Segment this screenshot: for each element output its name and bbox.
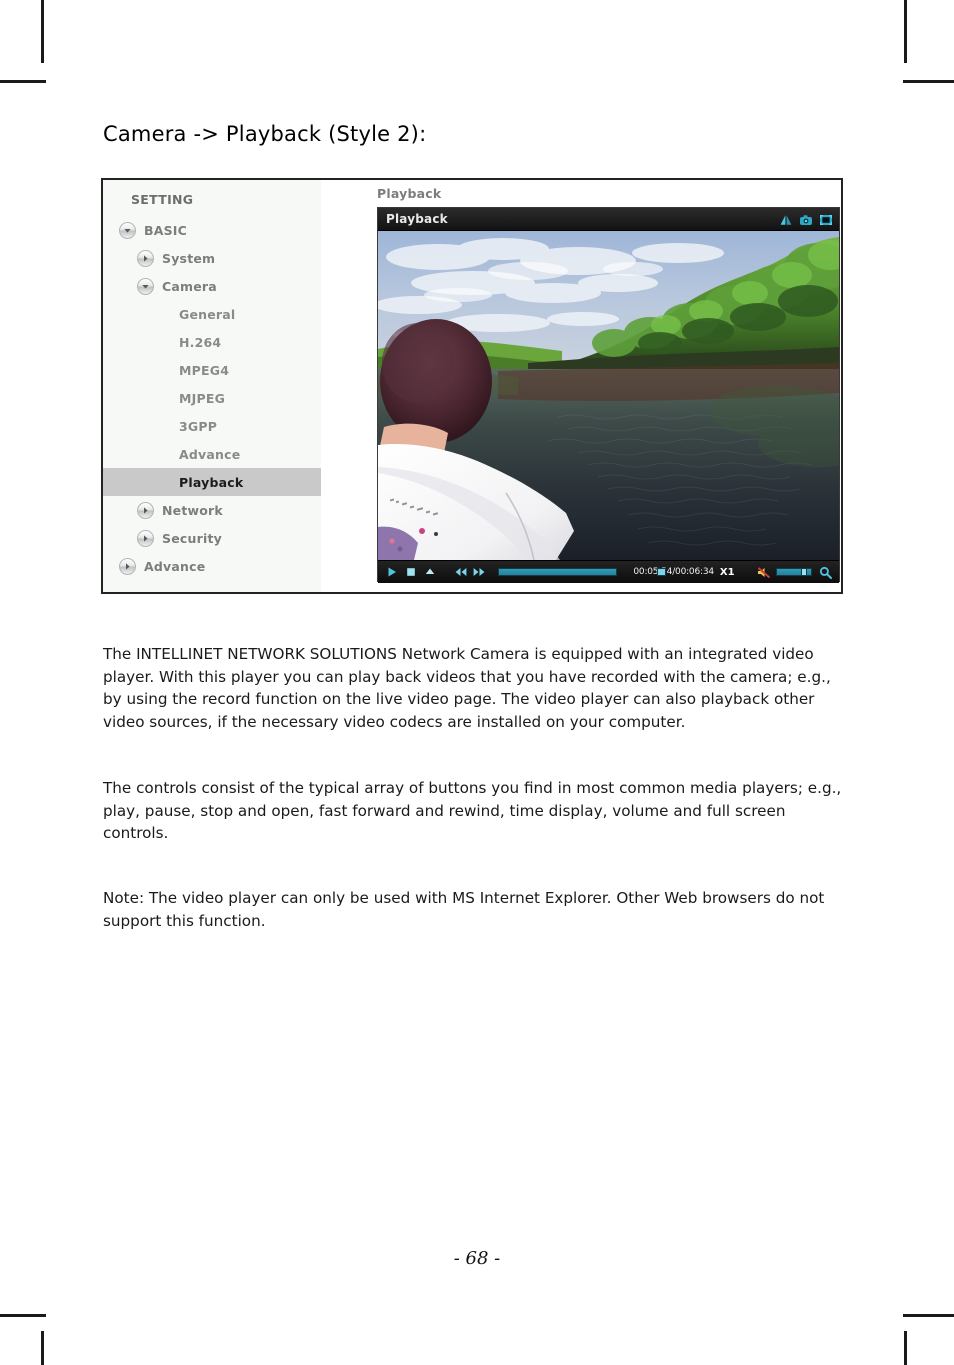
body-paragraph-1: The INTELLINET NETWORK SOLUTIONS Network…: [103, 645, 831, 731]
playback-pane-title: Playback: [377, 186, 442, 201]
crop-mark-bottom-right-horizontal: [903, 1314, 954, 1317]
embedded-screenshot: SETTING BASIC System Camera General H.264 MPE…: [101, 178, 843, 594]
page-number: - 68 -: [453, 1248, 501, 1269]
sidebar-item-network[interactable]: Network: [103, 496, 321, 524]
transport-buttons-seek: [453, 565, 486, 580]
player-control-bar: 00:05:54/00:06:34 X1: [378, 560, 839, 583]
flip-mirror-icon[interactable]: [779, 212, 793, 226]
seek-slider[interactable]: [498, 568, 667, 576]
sidebar-item-3gpp[interactable]: 3GPP: [103, 412, 321, 440]
volume-muted-icon[interactable]: [757, 565, 772, 580]
sidebar-item-label: System: [162, 250, 216, 266]
sidebar-item-label: MJPEG: [179, 390, 226, 406]
playback-pane: Playback Playback 00:05:54/00:06:34 X1: [321, 180, 841, 592]
crop-mark-top-left-vertical: [41, 0, 44, 63]
chevron-right-icon[interactable]: [137, 501, 154, 519]
chevron-right-icon[interactable]: [137, 249, 154, 267]
sidebar-item-mpeg4[interactable]: MPEG4: [103, 356, 321, 384]
crop-mark-top-right-vertical: [904, 0, 907, 63]
sidebar-item-label: Camera: [162, 278, 217, 294]
page-title: Camera -> Playback (Style 2):: [103, 122, 427, 146]
chevron-right-icon[interactable]: [119, 557, 136, 575]
crop-mark-top-left-horizontal: [0, 80, 46, 83]
chevron-down-icon[interactable]: [137, 277, 154, 295]
fullscreen-icon[interactable]: [819, 212, 833, 226]
stop-button[interactable]: [403, 565, 418, 580]
transport-buttons-primary: [384, 565, 437, 580]
snapshot-camera-icon[interactable]: [799, 212, 813, 226]
sidebar-item-basic[interactable]: BASIC: [103, 216, 321, 244]
rewind-button[interactable]: [453, 565, 468, 580]
magnifier-icon[interactable]: [818, 565, 833, 580]
crop-mark-top-right-horizontal: [903, 80, 954, 83]
crop-mark-bottom-right-vertical: [904, 1331, 907, 1365]
sidebar-item-label: Advance: [144, 558, 206, 574]
time-display: 00:05:54/00:06:34: [633, 567, 714, 577]
sidebar-item-mjpeg[interactable]: MJPEG: [103, 384, 321, 412]
chevron-right-icon[interactable]: [137, 529, 154, 547]
sidebar-item-label: Network: [162, 502, 223, 518]
sidebar-item-label: General: [179, 306, 236, 322]
player-titlebar: Playback: [378, 208, 839, 231]
sidebar-item-label: H.264: [179, 334, 222, 350]
sidebar-item-camera[interactable]: Camera: [103, 272, 321, 300]
sidebar-item-system[interactable]: System: [103, 244, 321, 272]
sidebar-item-label: BASIC: [144, 222, 188, 238]
body-paragraph-2: The controls consist of the typical arra…: [103, 779, 842, 843]
sidebar-item-label: Playback: [179, 474, 244, 490]
sidebar-item-security[interactable]: Security: [103, 524, 321, 552]
sidebar-item-h-264[interactable]: H.264: [103, 328, 321, 356]
player-titlebar-label: Playback: [386, 212, 448, 226]
sidebar-item-label: Advance: [179, 446, 241, 462]
sidebar-item-general[interactable]: General: [103, 300, 321, 328]
sidebar-item-label: 3GPP: [179, 418, 218, 434]
sidebar-item-label: Security: [162, 530, 222, 546]
settings-sidebar: SETTING BASIC System Camera General H.264 MPE…: [103, 180, 321, 592]
sidebar-item-playback[interactable]: Playback: [103, 468, 321, 496]
body-paragraph-3: Note: The video player can only be used …: [103, 889, 825, 930]
sidebar-item-advance[interactable]: Advance: [103, 552, 321, 580]
video-picture[interactable]: [378, 231, 839, 560]
fast-forward-button[interactable]: [471, 565, 486, 580]
sidebar-item-advance[interactable]: Advance: [103, 440, 321, 468]
playback-speed-label: X1: [719, 566, 735, 578]
video-player-widget: Playback 00:05:54/00:06:34 X1: [377, 207, 840, 583]
sidebar-item-label: MPEG4: [179, 362, 230, 378]
settings-title: SETTING: [131, 192, 194, 207]
crop-mark-bottom-left-vertical: [41, 1331, 44, 1365]
volume-slider-thumb[interactable]: [801, 568, 807, 576]
chevron-down-icon[interactable]: [119, 221, 136, 239]
eject-button[interactable]: [422, 565, 437, 580]
player-titlebar-icons: [779, 212, 833, 226]
crop-mark-bottom-left-horizontal: [0, 1314, 46, 1317]
volume-slider[interactable]: [775, 568, 812, 576]
play-button[interactable]: [384, 565, 399, 580]
seek-slider-thumb[interactable]: [657, 568, 667, 576]
